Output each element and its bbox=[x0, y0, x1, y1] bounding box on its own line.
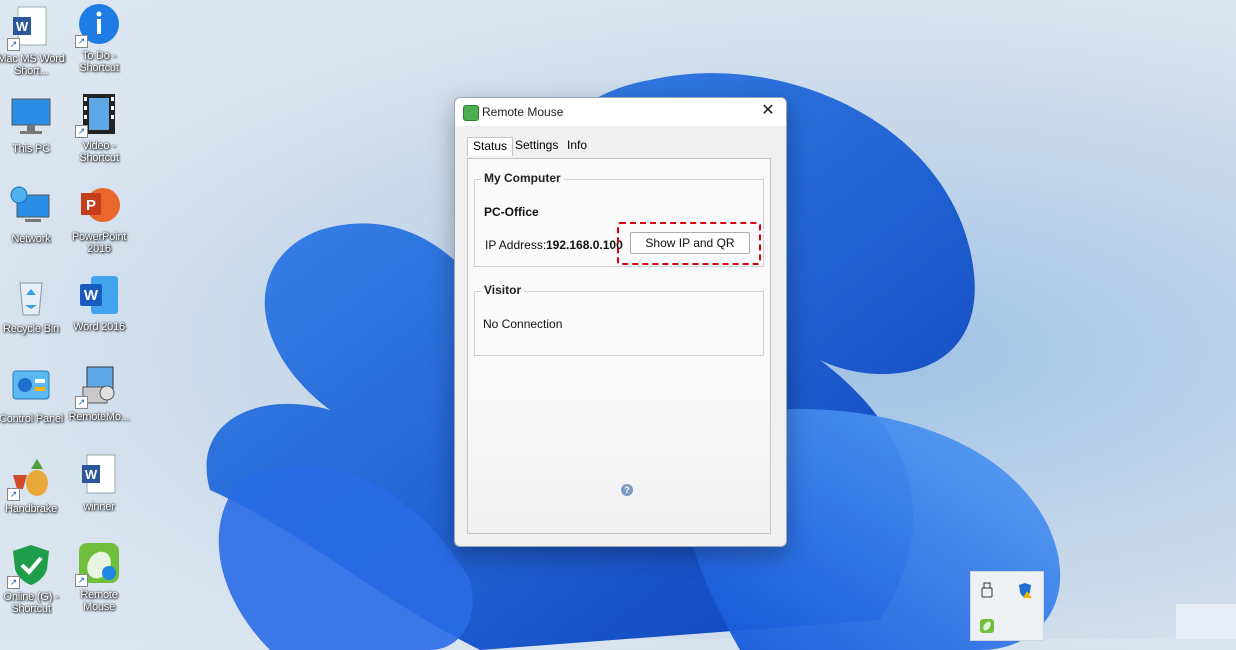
desktop-icon-recycle-bin[interactable]: Recycle Bin bbox=[0, 275, 67, 335]
monitor-icon bbox=[11, 98, 51, 134]
tab-status[interactable]: Status bbox=[467, 137, 514, 156]
tray-overflow-popup bbox=[970, 571, 1044, 641]
desktop-icon-label: PowerPoint 2016 bbox=[71, 231, 127, 255]
status-panel: My Computer PC-Office IP Address: 192.16… bbox=[467, 158, 771, 534]
desktop-icon-video[interactable]: ↗ Video - Shortcut bbox=[63, 92, 135, 164]
word-icon: W bbox=[80, 276, 118, 314]
desktop-icon-remotemouse-installer[interactable]: ↗ RemoteMo... bbox=[63, 363, 135, 423]
desktop-icon-mac-ms-word[interactable]: W ↗ Mac MS Word Short... bbox=[0, 5, 67, 77]
desktop-corner bbox=[1176, 604, 1236, 639]
recycle-bin-icon bbox=[19, 282, 43, 316]
help-icon[interactable]: ? bbox=[621, 484, 633, 496]
highlight-annotation bbox=[617, 222, 761, 265]
security-warning-icon[interactable] bbox=[1017, 582, 1033, 598]
desktop-icon-label: To Do - Shortcut bbox=[79, 50, 119, 74]
shortcut-arrow-icon: ↗ bbox=[75, 125, 88, 138]
svg-text:W: W bbox=[84, 287, 99, 304]
my-computer-group: My Computer PC-Office IP Address: 192.16… bbox=[474, 171, 764, 267]
connection-status: No Connection bbox=[483, 317, 563, 331]
my-computer-legend: My Computer bbox=[481, 171, 564, 185]
usb-drive-icon[interactable] bbox=[979, 582, 995, 598]
shortcut-arrow-icon: ↗ bbox=[7, 488, 20, 501]
visitor-group: Visitor No Connection bbox=[474, 283, 764, 356]
pc-name: PC-Office bbox=[484, 205, 539, 219]
ip-address-label: IP Address: bbox=[485, 238, 547, 252]
visitor-legend: Visitor bbox=[481, 283, 525, 297]
desktop-icon-label: Remote Mouse bbox=[80, 589, 118, 613]
remote-mouse-app-icon bbox=[463, 105, 479, 121]
desktop-icon-label: Word 2016 bbox=[73, 321, 125, 333]
window-titlebar[interactable]: Remote Mouse ✕ bbox=[455, 98, 786, 126]
close-icon[interactable]: ✕ bbox=[758, 101, 778, 121]
tab-info[interactable]: Info bbox=[567, 138, 587, 152]
svg-text:W: W bbox=[16, 19, 29, 34]
desktop-icon-label: RemoteMo... bbox=[68, 411, 130, 423]
shortcut-arrow-icon: ↗ bbox=[7, 576, 20, 589]
desktop-icon-label: Online (G) - Shortcut bbox=[3, 591, 59, 615]
tab-settings[interactable]: Settings bbox=[515, 138, 558, 152]
desktop-icon-label: Recycle Bin bbox=[3, 323, 59, 335]
shortcut-arrow-icon: ↗ bbox=[75, 35, 88, 48]
desktop-icon-label: Mac MS Word Short... bbox=[0, 53, 65, 77]
svg-text:W: W bbox=[85, 467, 98, 482]
desktop-icon-remote-mouse[interactable]: ↗ Remote Mouse bbox=[63, 541, 135, 613]
desktop-icon-handbrake[interactable]: ↗ Handbrake bbox=[0, 455, 67, 515]
remote-mouse-window: Remote Mouse ✕ Status Settings Info My C… bbox=[454, 97, 787, 547]
desktop-icon-winner[interactable]: W winner bbox=[63, 453, 135, 513]
desktop-icon-label: Network bbox=[11, 233, 51, 245]
desktop-icon-label: Control Panel bbox=[0, 413, 64, 425]
control-panel-icon bbox=[12, 370, 50, 400]
svg-text:P: P bbox=[86, 197, 96, 214]
word-doc-icon: W bbox=[82, 454, 116, 494]
desktop-icon-label: winner bbox=[83, 501, 115, 513]
desktop-icon-online-g[interactable]: ↗ Online (G) - Shortcut bbox=[0, 543, 67, 615]
remote-mouse-tray-icon[interactable] bbox=[979, 618, 995, 634]
desktop-icon-label: This PC bbox=[12, 143, 50, 155]
desktop-icon-label: Handbrake bbox=[4, 503, 57, 515]
desktop-icon-label: Video - Shortcut bbox=[79, 140, 119, 164]
powerpoint-icon: P bbox=[81, 188, 120, 222]
shortcut-arrow-icon: ↗ bbox=[75, 396, 88, 409]
desktop-icon-powerpoint[interactable]: P PowerPoint 2016 bbox=[63, 183, 135, 255]
shortcut-arrow-icon: ↗ bbox=[7, 38, 20, 51]
desktop-icon-word-2016[interactable]: W Word 2016 bbox=[63, 273, 135, 333]
desktop-icon-network[interactable]: Network bbox=[0, 185, 67, 245]
desktop-icon-this-pc[interactable]: This PC bbox=[0, 95, 67, 155]
network-globe-icon bbox=[10, 186, 50, 222]
ip-address-value: 192.168.0.100 bbox=[546, 238, 623, 252]
desktop-icon-to-do[interactable]: ↗ To Do - Shortcut bbox=[63, 2, 135, 74]
desktop-icon-control-panel[interactable]: Control Panel bbox=[0, 365, 67, 425]
window-title: Remote Mouse bbox=[482, 105, 564, 119]
shortcut-arrow-icon: ↗ bbox=[75, 574, 88, 587]
